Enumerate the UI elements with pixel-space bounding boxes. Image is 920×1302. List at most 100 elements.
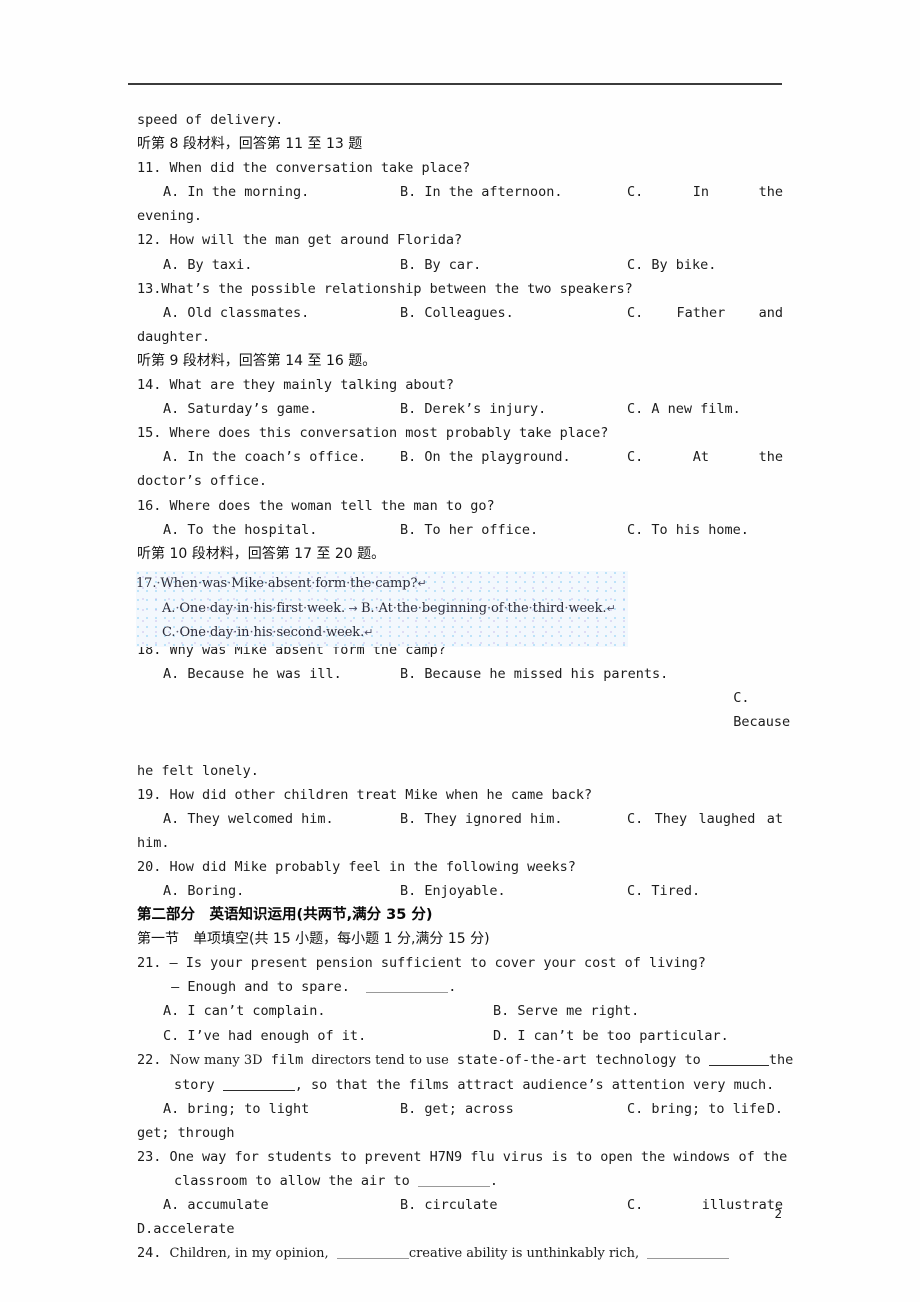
- option-a[interactable]: A.·One·day·in·his·first·week.: [162, 601, 345, 616]
- question-22-run-5: the: [768, 1051, 794, 1068]
- answer-blank[interactable]: [647, 1246, 730, 1260]
- question-16-options: A. To the hospital. B. To her office. C.…: [137, 518, 783, 542]
- option-a[interactable]: A. To the hospital.: [163, 518, 400, 542]
- option-a[interactable]: A. In the coach’s office.: [163, 445, 400, 469]
- option-c-letter: C.: [627, 184, 644, 201]
- option-b[interactable]: B. circulate: [400, 1193, 627, 1217]
- option-c-word-1: In: [692, 184, 710, 201]
- option-c[interactable]: C. Because: [668, 662, 790, 758]
- question-22-run-2: film: [262, 1051, 312, 1068]
- header-rule: [128, 83, 782, 85]
- question-24-number: 24.: [137, 1245, 170, 1262]
- option-a[interactable]: A. They welcomed him.: [163, 807, 400, 831]
- option-a[interactable]: A. Because he was ill.: [163, 662, 400, 758]
- question-17-stem-line: 17.·When·was·Mike·absent·form·the·camp?↵: [136, 572, 628, 597]
- option-d-letter: D.: [137, 1221, 154, 1238]
- option-b[interactable]: B. By car.: [400, 253, 627, 277]
- option-c[interactable]: C. By bike.: [627, 253, 783, 277]
- option-c[interactable]: C. Tired.: [627, 879, 783, 903]
- option-b[interactable]: B. They ignored him.: [400, 807, 627, 831]
- question-21-reply-text: — Enough and to spare.: [163, 979, 367, 996]
- option-c-word-1: Because: [733, 714, 791, 731]
- answer-blank[interactable]: [417, 1174, 490, 1188]
- option-b[interactable]: B. On the playground.: [400, 445, 627, 469]
- option-d[interactable]: D. I can’t be too particular.: [493, 1024, 783, 1048]
- option-c[interactable]: C. A new film.: [627, 397, 783, 421]
- question-18-options: A. Because he was ill. B. Because he mis…: [137, 662, 790, 758]
- question-15-options: A. In the coach’s office. B. On the play…: [137, 445, 783, 469]
- question-23-run-1: classroom to allow the air to: [174, 1173, 418, 1190]
- option-a[interactable]: A. In the morning.: [163, 180, 400, 204]
- answer-blank[interactable]: [708, 1053, 769, 1066]
- option-c[interactable]: C. illustrate: [627, 1193, 783, 1217]
- option-c[interactable]: C.·One·day·in·his·second·week.: [162, 625, 364, 640]
- question-24-stem: 24. Children, in my opinion, creative ab…: [137, 1241, 783, 1266]
- question-17-options-line-2: C.·One·day·in·his·second·week.↵: [136, 621, 628, 646]
- option-d-text: accelerate: [153, 1221, 235, 1238]
- option-a[interactable]: A. Saturday’s game.: [163, 397, 400, 421]
- question-21-options-row2: C. I’ve had enough of it. D. I can’t be …: [137, 1024, 783, 1048]
- option-c-word-1: At: [692, 449, 710, 466]
- option-c[interactable]: C. In the: [627, 180, 783, 204]
- option-a[interactable]: A. accumulate: [163, 1193, 400, 1217]
- option-c-word-2: the: [758, 449, 783, 466]
- option-b[interactable]: B. In the afternoon.: [400, 180, 627, 204]
- option-c-letter: C.: [733, 690, 750, 707]
- part-two-title: 第二部分 英语知识运用(共两节,满分 35 分): [137, 907, 433, 924]
- option-b[interactable]: B. get; across: [400, 1097, 627, 1121]
- option-c-word-1: Father: [676, 304, 726, 321]
- option-a[interactable]: A. I can’t complain.: [163, 999, 493, 1023]
- option-c-word-1: They: [654, 810, 688, 827]
- answer-blank[interactable]: [336, 1246, 409, 1260]
- option-d-letter: D.: [766, 1100, 783, 1117]
- question-17-highlighted-block: 17.·When·was·Mike·absent·form·the·camp?↵…: [136, 571, 628, 647]
- question-22-run-3: directors tend to use: [311, 1052, 449, 1068]
- option-c-letter: C.: [627, 449, 644, 466]
- option-b[interactable]: B. Colleagues.: [400, 301, 627, 325]
- option-c-letter: C.: [627, 1197, 644, 1214]
- option-b[interactable]: B. Because he missed his parents.: [400, 662, 668, 758]
- question-24-run-5: [639, 1245, 647, 1261]
- question-21-options-row1: A. I can’t complain. B. Serve me right.: [137, 999, 783, 1023]
- paragraph-return-icon: ↵: [606, 601, 616, 615]
- option-a[interactable]: A. bring; to light: [163, 1097, 400, 1121]
- question-20-options: A. Boring. B. Enjoyable. C. Tired.: [137, 879, 783, 903]
- question-16-stem: 16. Where does the woman tell the man to…: [137, 497, 495, 514]
- option-c-letter: C.: [627, 810, 644, 827]
- option-b[interactable]: B.·At·the·beginning·of·the·third·week.: [361, 601, 607, 616]
- option-c[interactable]: C. They laughed at: [627, 807, 783, 831]
- option-c[interactable]: C. I’ve had enough of it.: [163, 1024, 493, 1048]
- option-b[interactable]: B. Serve me right.: [493, 999, 783, 1023]
- option-b[interactable]: B. Derek’s injury.: [400, 397, 627, 421]
- question-23-stem-line2: classroom to allow the air to .: [137, 1169, 783, 1193]
- option-b[interactable]: B. Enjoyable.: [400, 879, 627, 903]
- option-c[interactable]: C. Father and: [627, 301, 783, 325]
- question-13-options: A. Old classmates. B. Colleagues. C. Fat…: [137, 301, 783, 325]
- question-13-stem: 13.What’s the possible relationship betw…: [137, 280, 633, 297]
- option-b[interactable]: B. To her office.: [400, 518, 627, 542]
- option-c[interactable]: C. At the: [627, 445, 783, 469]
- question-17-stem-text: 17.·When·was·Mike·absent·form·the·camp?: [136, 576, 418, 591]
- answer-blank[interactable]: [366, 980, 449, 994]
- question-11-option-c-wrap: evening.: [137, 208, 203, 225]
- option-c[interactable]: C. To his home.: [627, 518, 783, 542]
- option-a[interactable]: A. By taxi.: [163, 253, 400, 277]
- option-a[interactable]: A. Old classmates.: [163, 301, 400, 325]
- tab-arrow-icon: →: [345, 601, 361, 615]
- option-a[interactable]: A. Boring.: [163, 879, 400, 903]
- answer-blank[interactable]: [222, 1078, 295, 1091]
- question-14-stem: 14. What are they mainly talking about?: [137, 377, 454, 394]
- question-19-options: A. They welcomed him. B. They ignored hi…: [137, 807, 783, 831]
- option-c-word-2: and: [758, 304, 783, 321]
- listening-section-9-heading: 听第 9 段材料，回答第 14 至 16 题。: [137, 352, 377, 369]
- option-c[interactable]: C. bring; to life D.: [627, 1097, 783, 1121]
